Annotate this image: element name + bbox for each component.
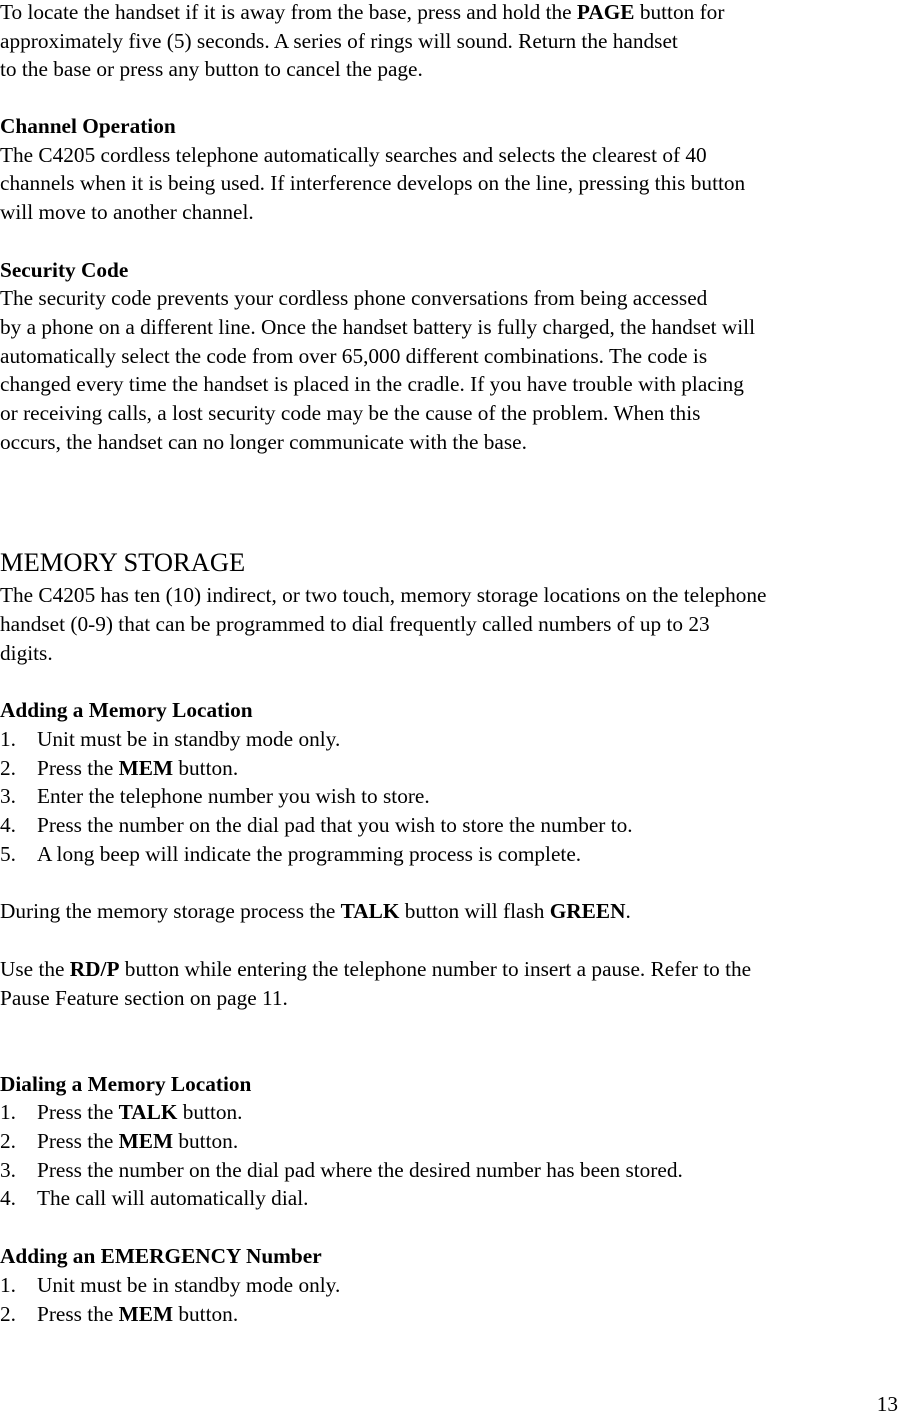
- intro-line-1: To locate the handset if it is away from…: [0, 0, 725, 24]
- list-item: 3. Enter the telephone number you wish to…: [0, 784, 430, 808]
- list-item: 5. A long beep will indicate the programm…: [0, 842, 582, 866]
- dialing-memory-heading: Dialing a Memory Location: [0, 1072, 252, 1096]
- list-item: 3. Press the number on the dial pad where…: [0, 1158, 683, 1182]
- intro-line-3: to the base or press any button to cance…: [0, 57, 423, 81]
- list-item: 4. Press the number on the dial pad that …: [0, 813, 633, 837]
- pause-note: Use the RD/P button while entering the t…: [0, 957, 752, 981]
- memory-storage-line: digits.: [0, 641, 53, 665]
- security-code-line: by a phone on a different line. Once the…: [0, 315, 756, 339]
- list-item: 4. The call will automatically dial.: [0, 1186, 309, 1210]
- page-number: 13: [876, 1392, 898, 1416]
- list-item: 2. Press the MEM button.: [0, 756, 239, 780]
- security-code-line: changed every time the handset is placed…: [0, 372, 744, 396]
- talk-flash-note: During the memory storage process the TA…: [0, 899, 631, 923]
- channel-operation-line: channels when it is being used. If inter…: [0, 171, 746, 195]
- list-item: 1. Unit must be in standby mode only.: [0, 727, 341, 751]
- adding-memory-heading: Adding a Memory Location: [0, 698, 253, 722]
- memory-storage-title: MEMORY STORAGE: [0, 547, 246, 577]
- list-item: 1. Unit must be in standby mode only.: [0, 1273, 341, 1297]
- pause-note-line-2: Pause Feature section on page 11.: [0, 986, 288, 1010]
- list-item: 2. Press the MEM button.: [0, 1302, 239, 1326]
- security-code-line: The security code prevents your cordless…: [0, 286, 708, 310]
- channel-operation-line: The C4205 cordless telephone automatical…: [0, 143, 707, 167]
- security-code-heading: Security Code: [0, 258, 129, 282]
- page-button-ref: PAGE: [576, 0, 635, 24]
- security-code-line: occurs, the handset can no longer commun…: [0, 430, 527, 454]
- memory-storage-line: handset (0-9) that can be programmed to …: [0, 612, 710, 636]
- channel-operation-line: will move to another channel.: [0, 200, 254, 224]
- emergency-heading: Adding an EMERGENCY Number: [0, 1244, 322, 1268]
- channel-operation-heading: Channel Operation: [0, 114, 176, 138]
- intro-line-2: approximately five (5) seconds. A series…: [0, 29, 678, 53]
- security-code-line: automatically select the code from over …: [0, 344, 708, 368]
- list-item: 2. Press the MEM button.: [0, 1129, 239, 1153]
- list-item: 1. Press the TALK button.: [0, 1100, 243, 1124]
- memory-storage-line: The C4205 has ten (10) indirect, or two …: [0, 583, 767, 607]
- security-code-line: or receiving calls, a lost security code…: [0, 401, 701, 425]
